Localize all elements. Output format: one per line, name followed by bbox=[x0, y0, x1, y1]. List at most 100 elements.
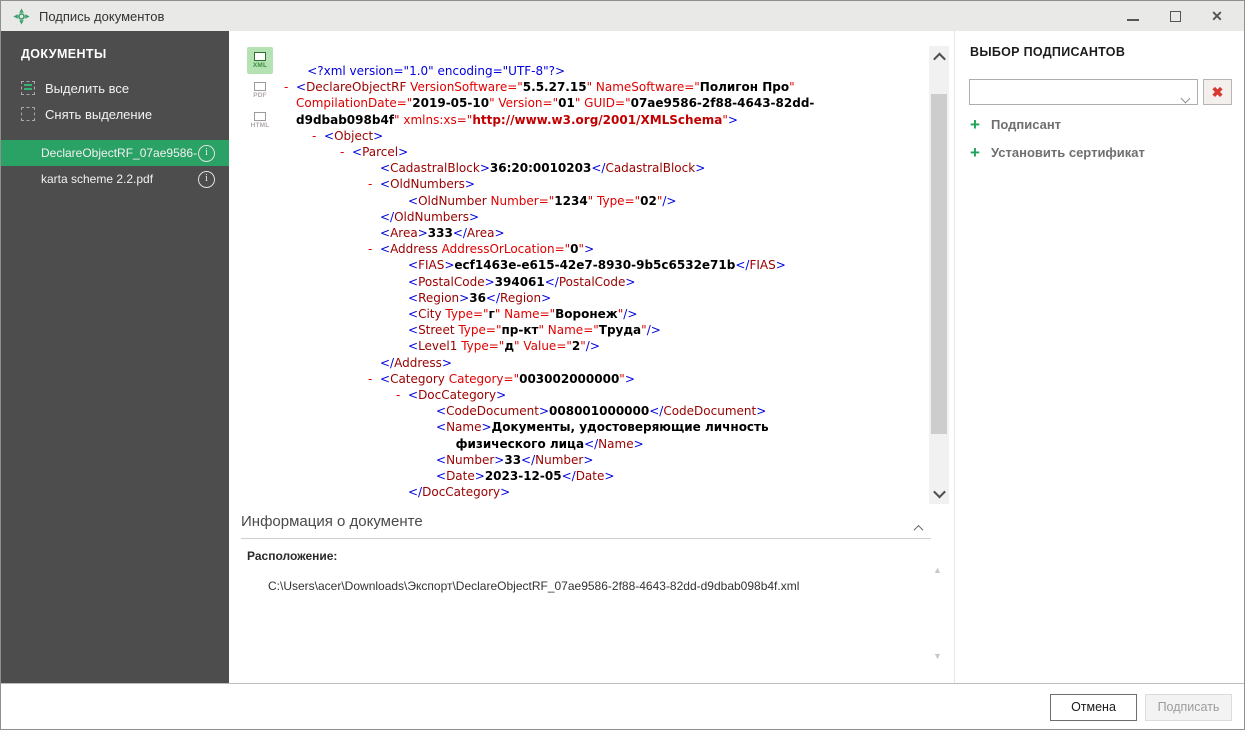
xml-token: " Value=" bbox=[514, 339, 572, 353]
close-button[interactable]: ✕ bbox=[1208, 7, 1226, 25]
xml-line: <Date>2023-12-05</Date> bbox=[284, 468, 924, 484]
xml-line: <Name>Документы, удостоверяющие личность bbox=[284, 419, 924, 435]
clear-x-icon: ✖ bbox=[1212, 84, 1224, 101]
signer-combobox[interactable] bbox=[969, 79, 1198, 105]
chevron-down-icon bbox=[1181, 94, 1191, 104]
xml-token: 003002000000 bbox=[519, 372, 619, 386]
xml-token: <?xml version="1.0" encoding="UTF-8"?> bbox=[307, 64, 565, 78]
xml-token: > bbox=[496, 388, 506, 402]
xml-token: Category=" bbox=[445, 372, 519, 386]
xml-token: </ bbox=[584, 437, 598, 451]
format-tab-pdf[interactable]: PDF bbox=[247, 77, 273, 104]
minimize-icon bbox=[1127, 19, 1139, 21]
sign-button[interactable]: Подписать bbox=[1145, 694, 1232, 721]
xml-token: < bbox=[408, 339, 418, 353]
maximize-button[interactable] bbox=[1166, 7, 1184, 25]
xml-line: <City Type="г" Name="Воронеж"/> bbox=[284, 306, 924, 322]
xml-line: </Address> bbox=[284, 355, 924, 371]
clear-signer-button[interactable]: ✖ bbox=[1203, 79, 1232, 105]
document-item[interactable]: DeclareObjectRF_07ae9586-...i bbox=[1, 140, 229, 166]
xml-token: > bbox=[459, 291, 469, 305]
select-all-action[interactable]: Выделить все bbox=[1, 75, 229, 101]
window-title: Подпись документов bbox=[39, 9, 164, 24]
document-info-header: Информация о документе bbox=[241, 513, 423, 530]
xml-token: < bbox=[408, 307, 418, 321]
link-label: Установить сертификат bbox=[991, 145, 1145, 160]
info-icon[interactable]: i bbox=[198, 145, 215, 162]
xml-token: CadastralBlock bbox=[390, 161, 480, 175]
xml-line: CompilationDate="2019-05-10" Version="01… bbox=[284, 95, 924, 111]
documents-sidebar: ДОКУМЕНТЫ Выделить все Снять выделение D… bbox=[1, 31, 229, 683]
collapse-marker[interactable]: - bbox=[340, 144, 352, 160]
xml-line: - <Parcel> bbox=[284, 144, 924, 160]
sidebar-actions: Выделить все Снять выделение bbox=[1, 75, 229, 127]
scroll-down-button[interactable] bbox=[929, 484, 949, 502]
collapse-marker[interactable]: - bbox=[284, 79, 296, 95]
xml-token: DocCategory bbox=[418, 388, 496, 402]
xml-token: 394061 bbox=[495, 275, 545, 289]
select-all-label: Выделить все bbox=[45, 81, 129, 96]
xml-token: " Version=" bbox=[489, 96, 558, 110]
location-path: C:\Users\acer\Downloads\Экспорт\DeclareO… bbox=[268, 579, 799, 593]
xml-token: > bbox=[469, 210, 479, 224]
info-icon[interactable]: i bbox=[198, 171, 215, 188]
xml-line: <Street Type="пр-кт" Name="Труда"/> bbox=[284, 322, 924, 338]
xml-token: Area bbox=[467, 226, 495, 240]
collapse-marker[interactable]: - bbox=[368, 176, 380, 192]
scroll-up-button[interactable] bbox=[929, 48, 949, 66]
xml-token: Number bbox=[446, 453, 494, 467]
xml-line: <Level1 Type="д" Value="2"/> bbox=[284, 338, 924, 354]
xml-line: <Number>33</Number> bbox=[284, 452, 924, 468]
minimize-button[interactable] bbox=[1124, 7, 1142, 25]
xml-token: > bbox=[776, 258, 786, 272]
collapse-marker[interactable]: - bbox=[312, 128, 324, 144]
xml-token: /> bbox=[623, 307, 637, 321]
xml-scrollbar[interactable] bbox=[929, 46, 949, 504]
xml-line: <OldNumber Number="1234" Type="02"/> bbox=[284, 193, 924, 209]
collapse-marker[interactable]: - bbox=[368, 241, 380, 257]
info-divider bbox=[241, 538, 931, 539]
xml-token: < bbox=[352, 145, 362, 159]
format-tab-label: HTML bbox=[251, 122, 270, 129]
xml-token: > bbox=[728, 113, 738, 127]
xml-token: Type=" bbox=[455, 323, 502, 337]
info-scroll-up-icon[interactable]: ▲ bbox=[933, 565, 942, 575]
xml-token: DocCategory bbox=[422, 485, 500, 499]
add-signer-link[interactable]: +Подписант bbox=[970, 117, 1145, 132]
xml-token: CodeDocument bbox=[663, 404, 756, 418]
xml-token: > bbox=[481, 420, 491, 434]
xml-token: Number bbox=[535, 453, 583, 467]
xml-token: Полигон Про bbox=[700, 80, 789, 94]
scrollbar-thumb[interactable] bbox=[931, 94, 947, 434]
xml-token: 2023-12-05 bbox=[485, 469, 562, 483]
xml-token: < bbox=[408, 291, 418, 305]
deselect-icon bbox=[21, 107, 35, 121]
xml-line: <Area>333</Area> bbox=[284, 225, 924, 241]
collapse-info-button[interactable] bbox=[915, 519, 922, 537]
format-tab-xml[interactable]: XML bbox=[247, 47, 273, 74]
xml-token: OldNumbers bbox=[390, 177, 465, 191]
xml-token: < bbox=[296, 80, 306, 94]
xml-line: - <DocCategory> bbox=[284, 387, 924, 403]
add-certificate-link[interactable]: +Установить сертификат bbox=[970, 145, 1145, 160]
xml-line: <CodeDocument>008001000000</CodeDocument… bbox=[284, 403, 924, 419]
xml-token: FIAS bbox=[749, 258, 775, 272]
info-scroll-down-icon[interactable]: ▼ bbox=[933, 651, 942, 661]
signer-combo-row: ✖ bbox=[969, 79, 1232, 105]
xml-token: физического лица bbox=[456, 437, 584, 451]
format-tab-html[interactable]: HTML bbox=[247, 107, 273, 134]
xml-token: < bbox=[408, 275, 418, 289]
xml-preview[interactable]: <?xml version="1.0" encoding="UTF-8"?> - … bbox=[284, 63, 924, 534]
cancel-button[interactable]: Отмена bbox=[1050, 694, 1137, 721]
document-page-icon bbox=[254, 112, 266, 121]
xml-line: </OldNumbers> bbox=[284, 209, 924, 225]
xml-token: </ bbox=[521, 453, 535, 467]
collapse-marker[interactable]: - bbox=[396, 387, 408, 403]
deselect-all-action[interactable]: Снять выделение bbox=[1, 101, 229, 127]
document-item[interactable]: karta scheme 2.2.pdfi bbox=[1, 166, 229, 192]
app-logo-icon bbox=[13, 8, 30, 25]
collapse-marker[interactable]: - bbox=[368, 371, 380, 387]
chevron-down-icon bbox=[933, 485, 946, 498]
xml-token: > bbox=[444, 258, 454, 272]
xml-line: <CadastralBlock>36:20:0010203</Cadastral… bbox=[284, 160, 924, 176]
